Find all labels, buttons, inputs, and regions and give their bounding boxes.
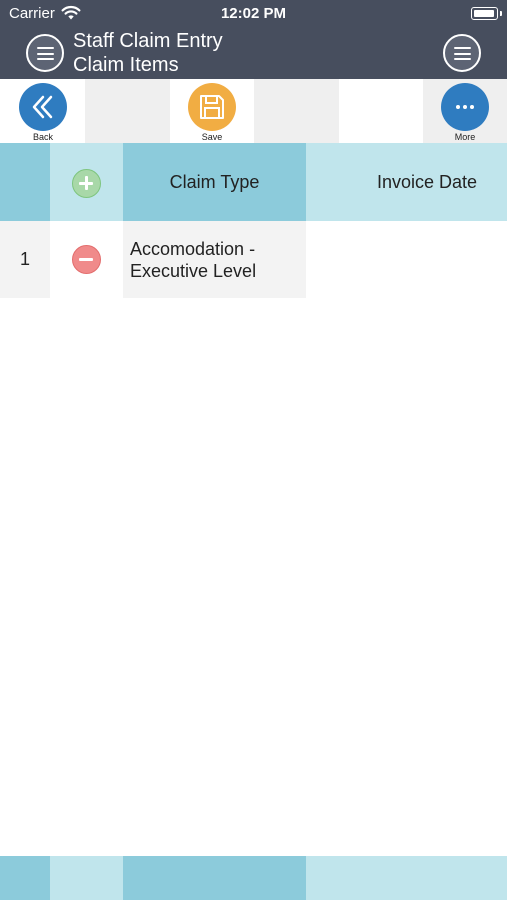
save-button[interactable] bbox=[188, 83, 236, 131]
left-menu-button[interactable] bbox=[26, 34, 64, 72]
more-dots-icon bbox=[456, 105, 474, 109]
toolbar-cell-empty bbox=[254, 79, 339, 143]
navigation-bar: Carrier 12:02 PM Staff Claim Entry Claim… bbox=[0, 0, 507, 79]
row-invoice-date-cell[interactable] bbox=[306, 221, 507, 298]
column-header-claim-type: Claim Type bbox=[169, 172, 260, 192]
more-label: More bbox=[454, 132, 476, 142]
column-header-invoice-date: Invoice Date bbox=[377, 172, 478, 192]
page-title: Staff Claim Entry Claim Items bbox=[73, 29, 223, 77]
back-chevron-icon bbox=[32, 95, 53, 119]
menu-icon bbox=[454, 47, 471, 60]
remove-row-icon[interactable] bbox=[72, 245, 101, 274]
footer-cell bbox=[50, 856, 123, 900]
footer-cell bbox=[306, 856, 507, 900]
page-title-line2: Claim Items bbox=[73, 54, 179, 76]
back-button[interactable] bbox=[19, 83, 67, 131]
footer-cell bbox=[123, 856, 306, 900]
menu-icon bbox=[37, 47, 54, 60]
row-claim-type-cell[interactable]: Accomodation - Executive Level bbox=[123, 221, 306, 298]
toolbar-cell-empty bbox=[339, 79, 423, 143]
status-bar: Carrier 12:02 PM bbox=[0, 0, 507, 28]
footer-cell bbox=[0, 856, 50, 900]
battery-icon bbox=[471, 7, 502, 20]
claim-type-line1: Accomodation - bbox=[130, 239, 256, 259]
right-menu-button[interactable] bbox=[443, 34, 481, 72]
row-index-cell: 1 bbox=[0, 221, 50, 298]
save-label: Save bbox=[201, 132, 223, 142]
toolbar-cell-empty bbox=[85, 79, 170, 143]
toolbar: Back Save More bbox=[0, 79, 507, 143]
page-title-line1: Staff Claim Entry bbox=[73, 30, 223, 52]
add-row-icon[interactable] bbox=[72, 169, 101, 198]
claim-type-line2: Executive Level bbox=[130, 261, 257, 281]
claim-type-value: Accomodation - Executive Level bbox=[130, 238, 256, 282]
header-cell-index bbox=[0, 143, 50, 221]
back-label: Back bbox=[32, 132, 53, 142]
save-floppy-icon bbox=[200, 95, 224, 119]
more-button[interactable] bbox=[441, 83, 489, 131]
row-index: 1 bbox=[19, 249, 30, 269]
status-time: 12:02 PM bbox=[220, 5, 287, 22]
